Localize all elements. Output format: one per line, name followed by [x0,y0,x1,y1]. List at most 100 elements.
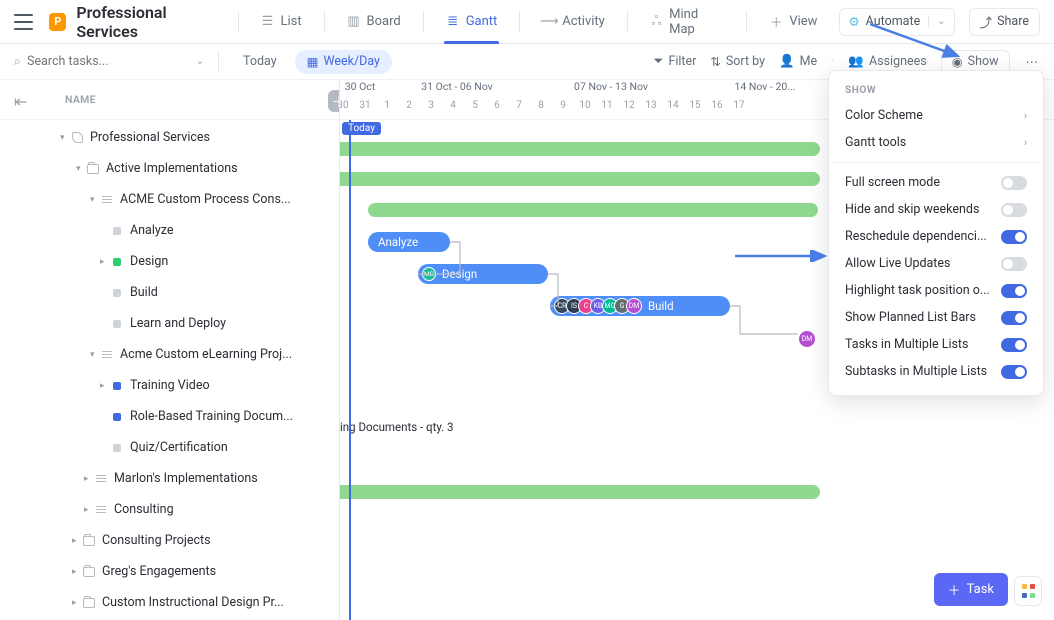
show-tasks-multi[interactable]: Tasks in Multiple Lists [829,331,1043,358]
toggle[interactable] [1001,284,1027,298]
sortby-button[interactable]: ⇅ Sort by [710,54,765,70]
tree-folder-consulting-projects[interactable]: ▸ Consulting Projects [0,525,339,556]
weekday-button[interactable]: ▦ Week/Day [295,50,392,74]
show-planned-bars[interactable]: Show Planned List Bars [829,304,1043,331]
apps-grid-button[interactable] [1014,576,1042,606]
me-label: Me [800,54,818,69]
tree-list-marlons[interactable]: ▸ Marlon's Implementations [0,463,339,494]
tab-list[interactable]: ☰ List [250,0,311,44]
hamburger-menu-icon[interactable] [14,14,33,30]
tree-label: Design [130,254,168,269]
tab-board[interactable]: ▥ Board [337,0,411,44]
show-live-updates[interactable]: Allow Live Updates [829,250,1043,277]
tree-task-quiz[interactable]: Quiz/Certification [0,432,339,463]
week-label: 14 Nov - 20... [688,80,842,100]
tree-list-acme-elearn[interactable]: ▾ Acme Custom eLearning Proj... [0,339,339,370]
day-label: 11 [596,100,618,120]
tree-folder-custom-inst[interactable]: ▸ Custom Instructional Design Pr... [0,587,339,618]
tab-mindmap[interactable]: ஃ Mind Map [640,0,735,44]
gantt-summary-bar[interactable] [340,485,820,499]
show-reschedule[interactable]: Reschedule dependenci... [829,223,1043,250]
tab-add-view[interactable]: ＋ View [759,0,827,44]
tree-folder-active[interactable]: ▾ Active Implementations [0,153,339,184]
week-label: 30 Oct [340,80,380,100]
gantt-bar-design[interactable]: MG Design [418,264,548,284]
toggle[interactable] [1001,338,1027,352]
tree-task-analyze[interactable]: Analyze [0,215,339,246]
filter-button[interactable]: ⏷ Filter [653,54,696,69]
gantt-summary-bar[interactable] [340,142,820,156]
tree-task-learn-deploy[interactable]: Learn and Deploy [0,308,339,339]
page-title: Professional Services [76,3,225,41]
tree-task-training-video[interactable]: ▸ Training Video [0,370,339,401]
tree-list-consulting[interactable]: ▸ Consulting [0,494,339,525]
day-label: 5 [464,100,486,120]
toggle[interactable] [1001,311,1027,325]
row-label: Tasks in Multiple Lists [845,337,968,352]
me-button[interactable]: 👤 Me [779,54,817,69]
row-label: Subtasks in Multiple Lists [845,364,987,379]
folder-icon [82,598,96,608]
automate-button[interactable]: ⚙ Automate ⌄ [839,8,954,36]
toggle[interactable] [1001,257,1027,271]
tree-label: Consulting [114,502,174,517]
toggle[interactable] [1001,365,1027,379]
share-button[interactable]: ⤴ Share [969,8,1040,36]
row-label: Color Scheme [845,108,923,123]
chevron-down-icon[interactable]: ⌄ [196,56,204,67]
search-input[interactable] [27,54,190,69]
show-panel-title: SHOW [829,81,1043,102]
avatar-stack: CRISCKBMGGDM [554,298,642,314]
status-icon [110,413,124,421]
board-icon: ▥ [347,15,361,29]
assignees-button[interactable]: 👥 Assignees [848,54,926,69]
day-label: 7 [508,100,530,120]
day-label: 17 [728,100,750,120]
gantt-summary-bar[interactable] [368,203,818,217]
tree-folder-gregs[interactable]: ▸ Greg's Engagements [0,556,339,587]
eye-icon: ◉ [952,54,963,70]
tab-gantt[interactable]: ≣ Gantt [436,0,508,44]
gantt-bar-build[interactable]: CRISCKBMGGDM Build [550,296,730,316]
tree-list-acme-process[interactable]: ▾ ACME Custom Process Cons... [0,184,339,215]
gantt-bar-role-docs[interactable]: ing Documents - qty. 3 [340,420,454,434]
add-button[interactable]: ＋ [328,90,340,112]
toggle[interactable] [1001,230,1027,244]
tab-label: Gantt [466,14,498,29]
tree-task-build[interactable]: Build [0,277,339,308]
filter-icon: ⏷ [653,54,663,69]
tab-activity[interactable]: ⟿ Activity [532,0,615,44]
tree-task-role-based[interactable]: Role-Based Training Docum... [0,401,339,432]
chevron-down-icon[interactable]: ⌄ [928,16,945,27]
toggle[interactable] [1001,176,1027,190]
show-gantt-tools[interactable]: Gantt tools › [829,129,1043,156]
tree-label: Marlon's Implementations [114,471,258,486]
gantt-icon: ≣ [446,15,460,29]
show-full-screen[interactable]: Full screen mode [829,169,1043,196]
tree-root[interactable]: ▾ Professional Services [0,122,339,153]
day-label: 10 [574,100,596,120]
toggle[interactable] [1001,203,1027,217]
more-icon[interactable]: ⋯ [1024,54,1041,70]
tree-task-design[interactable]: ▸ Design [0,246,339,277]
gantt-bar-learn-deploy[interactable]: DM [798,326,816,348]
tab-label: Activity [562,14,605,29]
today-button[interactable]: Today [233,50,287,73]
collapse-icon[interactable]: ⇤ [14,92,27,111]
task-sidebar: ⇤ NAME ＋ ▾ Professional Services ▾ Activ… [0,80,340,620]
gantt-bar-analyze[interactable]: Analyze [368,232,450,252]
automate-label: Automate [866,14,921,29]
show-hide-weekends[interactable]: Hide and skip weekends [829,196,1043,223]
gantt-summary-bar[interactable] [340,172,820,186]
new-task-button[interactable]: ＋ Task [934,573,1008,606]
list-icon [100,351,114,358]
assignees-label: Assignees [869,54,927,69]
tab-label: Mind Map [669,7,724,37]
day-label: 9 [552,100,574,120]
status-icon [110,227,124,235]
show-subtasks-multi[interactable]: Subtasks in Multiple Lists [829,358,1043,385]
week-label: 31 Oct - 06 Nov [380,80,534,100]
show-highlight[interactable]: Highlight task position o... [829,277,1043,304]
show-color-scheme[interactable]: Color Scheme › [829,102,1043,129]
sidebar-column-header: NAME [0,80,339,120]
